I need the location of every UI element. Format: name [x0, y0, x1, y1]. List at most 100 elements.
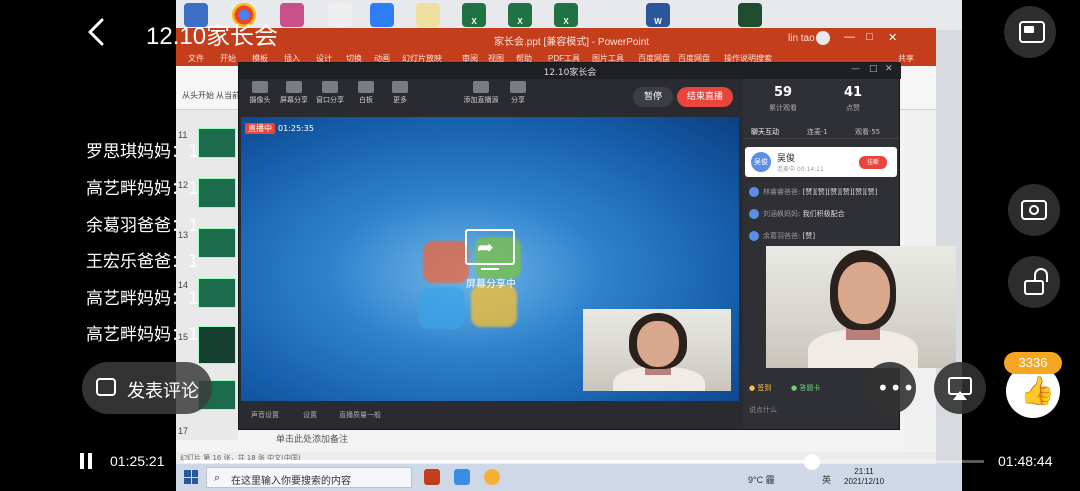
- tool-label: 添加直播源: [463, 96, 499, 104]
- tab-connect[interactable]: 连麦·1: [807, 127, 828, 137]
- close-icon[interactable]: ✕: [888, 31, 897, 44]
- danmaku-user: 高艺畔妈妈: [86, 289, 171, 309]
- danmaku-user: 余葛羽爸爸: [86, 216, 171, 236]
- excel-icon: X: [508, 3, 532, 27]
- answer-card-label: 答题卡: [799, 384, 821, 392]
- window-icon: [322, 81, 338, 93]
- window-share-button[interactable]: 窗口分享: [313, 81, 347, 105]
- slide-thumbnail-selected[interactable]: [198, 326, 236, 364]
- minimize-icon[interactable]: —: [851, 64, 860, 74]
- maximize-icon[interactable]: □: [869, 64, 878, 74]
- more-options-button[interactable]: •••: [864, 362, 916, 414]
- live-bottom-bar: 声音设置 设置 直播质量一般: [239, 401, 741, 429]
- app-icon: [738, 3, 762, 27]
- tool-label: 更多: [393, 96, 407, 104]
- co-host-video[interactable]: [766, 246, 956, 368]
- maximize-icon[interactable]: □: [866, 31, 873, 43]
- answer-card-button[interactable]: ● 答题卡: [791, 383, 820, 393]
- chat-text: [赞][赞][赞][赞][赞][赞]: [802, 188, 878, 196]
- danmaku-text: ：1: [171, 142, 199, 162]
- more-button[interactable]: 更多: [383, 81, 417, 105]
- live-elapsed: 01:25:35: [278, 124, 314, 133]
- screen-share-button[interactable]: 屏幕分享: [277, 81, 311, 105]
- end-live-button[interactable]: 结束直播: [677, 87, 733, 107]
- chat-author: 林睿睿爸爸:: [763, 188, 801, 196]
- danmaku-text: ：1: [171, 252, 199, 272]
- danmaku-text: ：1: [171, 289, 199, 309]
- slide-thumbnail[interactable]: [198, 228, 236, 258]
- danmaku-text: ：1: [171, 179, 199, 199]
- avatar: [749, 187, 759, 197]
- add-source-button[interactable]: 添加直播源: [459, 81, 503, 105]
- sign-in-button[interactable]: ● 签到: [749, 383, 771, 393]
- slide-thumbnail[interactable]: [198, 178, 236, 208]
- grid-icon: [392, 81, 408, 93]
- menu-file[interactable]: 文件: [188, 53, 204, 64]
- comment-icon: [96, 378, 116, 396]
- camera-button[interactable]: 摄像头: [243, 81, 277, 105]
- screen-share-icon-stand: [481, 268, 499, 270]
- logo-quad: [471, 285, 517, 327]
- avatar: [749, 209, 759, 219]
- minimize-icon[interactable]: —: [844, 31, 855, 43]
- danmaku-comment: 余葛羽爸爸：1: [86, 211, 199, 236]
- stat-views: 59: [773, 85, 793, 100]
- danmaku-user: 高艺畔妈妈: [86, 325, 171, 345]
- back-arrow-icon[interactable]: [84, 14, 108, 50]
- pause-button[interactable]: 暂停: [633, 87, 673, 107]
- hangup-button[interactable]: 挂断: [859, 156, 887, 169]
- seek-handle[interactable]: [804, 454, 820, 470]
- screenshot-button[interactable]: [1008, 184, 1060, 236]
- current-time: 01:25:21: [110, 453, 165, 469]
- screen-lock-button[interactable]: [1008, 256, 1060, 308]
- avatar[interactable]: [816, 31, 830, 45]
- close-icon[interactable]: ✕: [885, 64, 893, 74]
- stat-likes: 41: [843, 85, 863, 100]
- chat-author: 刘涵枫妈妈:: [763, 210, 801, 218]
- tab-chat[interactable]: 聊天互动: [751, 127, 779, 137]
- audio-settings[interactable]: 声音设置: [251, 410, 279, 420]
- webcam-preview[interactable]: [583, 309, 731, 391]
- danmaku-comment: 高艺畔妈妈：1: [86, 174, 199, 199]
- slide-number: 17: [178, 426, 189, 436]
- thumbs-up-icon: 👍: [1020, 374, 1055, 407]
- live-titlebar: 12.10家长会 — □ ✕: [239, 63, 901, 79]
- stat-likes-label: 点赞: [846, 104, 860, 112]
- danmaku-user: 高艺畔妈妈: [86, 179, 171, 199]
- tab-viewers[interactable]: 观看·55: [855, 127, 880, 137]
- whiteboard-button[interactable]: 白板: [349, 81, 383, 105]
- danmaku-user: 罗思琪妈妈: [86, 142, 171, 162]
- video-title: 12.10家长会: [146, 23, 279, 50]
- cast-button[interactable]: [934, 362, 986, 414]
- chat-message: 余葛羽爸爸: [赞]: [749, 231, 815, 241]
- ribbon-from-start[interactable]: 从头开始: [182, 90, 214, 101]
- document-title: 家长会.ppt [兼容模式] - PowerPoint: [494, 37, 650, 48]
- excel-icon: X: [554, 3, 578, 27]
- danmaku-text: ：1: [171, 325, 199, 345]
- chat-input[interactable]: 说点什么: [749, 405, 777, 415]
- chat-message: 刘涵枫妈妈: 我们积极配合: [749, 209, 845, 219]
- danmaku-user: 王宏乐爸爸: [86, 252, 171, 272]
- menu-home[interactable]: 开始: [220, 53, 236, 64]
- live-preview: 直播中 01:25:35 ➦ 屏幕分享中: [241, 117, 739, 401]
- danmaku-text: ：1: [171, 216, 199, 236]
- seek-bar[interactable]: [184, 460, 984, 463]
- playback-controls: 01:25:21 01:48:44: [0, 444, 1080, 480]
- slide-thumbnail[interactable]: [198, 278, 236, 308]
- tool-label: 窗口分享: [316, 96, 344, 104]
- pause-icon[interactable]: [80, 453, 94, 469]
- comment-button[interactable]: 发表评论: [82, 362, 212, 414]
- avatar: [749, 231, 759, 241]
- slide-thumbnail[interactable]: [198, 128, 236, 158]
- total-time: 01:48:44: [998, 453, 1053, 469]
- excel-icon: X: [462, 3, 486, 27]
- stat-views-label: 累计观看: [769, 104, 797, 112]
- desktop-icon-row: X X X W: [176, 0, 962, 30]
- avatar: 吴俊: [751, 152, 771, 172]
- settings[interactable]: 设置: [303, 410, 317, 420]
- cast-arrow: [953, 391, 967, 400]
- seek-progress: [184, 460, 812, 463]
- picture-in-picture-button[interactable]: [1004, 6, 1056, 58]
- share-link-button[interactable]: 分享: [501, 81, 535, 105]
- picture-in-picture-icon: [1019, 21, 1045, 43]
